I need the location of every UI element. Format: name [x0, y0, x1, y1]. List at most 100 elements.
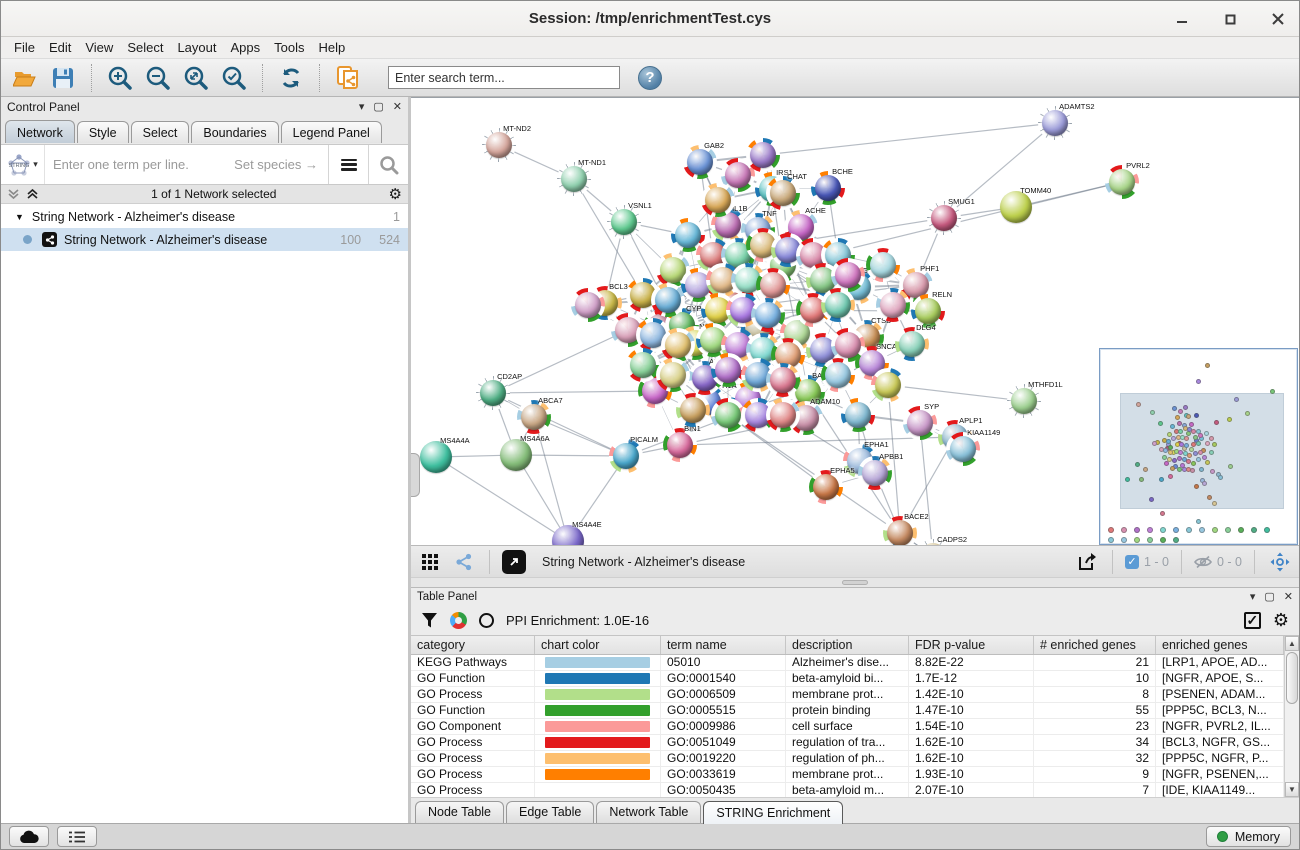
panel-divider[interactable] — [411, 577, 1299, 587]
node-apbb1[interactable]: APBB1 — [858, 456, 892, 490]
memory-button[interactable]: Memory — [1206, 826, 1291, 847]
node[interactable] — [766, 363, 800, 397]
column-header[interactable]: FDR p-value — [909, 636, 1034, 654]
zoom-in-button[interactable] — [104, 63, 136, 93]
close-button[interactable] — [1267, 8, 1289, 30]
node-epha5[interactable]: EPHA5 — [809, 470, 843, 504]
tab-select[interactable]: Select — [131, 121, 190, 143]
node-mt-nd2[interactable]: MT-ND2 — [482, 128, 516, 162]
zoom-selected-button[interactable] — [218, 63, 250, 93]
expand-all-icon[interactable] — [26, 188, 39, 200]
open-session-button[interactable] — [9, 63, 41, 93]
table-scrollbar[interactable]: ▲ ▼ — [1284, 636, 1299, 797]
node[interactable] — [751, 298, 785, 332]
node[interactable] — [841, 398, 875, 432]
node-bche[interactable]: BCHE — [811, 171, 845, 205]
string-options-button[interactable] — [328, 145, 368, 184]
node-ms4a6a[interactable]: MS4A6A — [499, 438, 533, 472]
node-dlg4[interactable]: DLG4 — [895, 327, 929, 361]
node-adamts2[interactable]: ADAMTS2 — [1038, 106, 1072, 140]
node[interactable] — [711, 398, 745, 432]
node-bace2[interactable]: BACE2 — [883, 516, 917, 545]
node[interactable] — [876, 288, 910, 322]
collapse-all-icon[interactable] — [7, 188, 20, 200]
node[interactable] — [711, 353, 745, 387]
scroll-thumb[interactable] — [1286, 652, 1298, 704]
share-view-icon[interactable] — [451, 550, 477, 574]
birdseye-toggle-icon[interactable] — [1267, 550, 1293, 574]
network-collection-row[interactable]: ▼ String Network - Alzheimer's disease 1 — [1, 205, 408, 228]
node[interactable] — [746, 138, 780, 172]
network-view[interactable]: MT-ND2MT-ND1VSNL1GAB2IRS1CD2APMS4A4AMS4A… — [411, 97, 1299, 545]
node[interactable] — [571, 288, 605, 322]
table-panel-menu-icon[interactable]: ▾ — [1250, 590, 1256, 603]
node-gab2[interactable]: GAB2 — [683, 145, 717, 179]
open-in-window-button[interactable] — [502, 550, 526, 574]
node-vsnl1[interactable]: VSNL1 — [607, 205, 641, 239]
column-header[interactable]: enriched genes — [1156, 636, 1284, 654]
node[interactable] — [821, 288, 855, 322]
tab-network-table[interactable]: Network Table — [596, 801, 701, 823]
column-header[interactable]: description — [786, 636, 909, 654]
export-network-button[interactable] — [332, 63, 364, 93]
node[interactable] — [871, 368, 905, 402]
table-panel-float-icon[interactable]: ▢ — [1264, 590, 1274, 603]
export-view-icon[interactable] — [1074, 550, 1100, 574]
filter-icon[interactable] — [421, 612, 438, 629]
network-row-selected[interactable]: String Network - Alzheimer's disease 100… — [1, 228, 408, 251]
tab-boundaries[interactable]: Boundaries — [191, 121, 278, 143]
column-header[interactable]: category — [411, 636, 535, 654]
splitter-handle[interactable] — [411, 453, 420, 497]
node-mt-nd1[interactable]: MT-ND1 — [557, 162, 591, 196]
tab-string-enrichment[interactable]: STRING Enrichment — [703, 801, 843, 824]
panel-menu-icon[interactable]: ▾ — [359, 100, 365, 113]
search-input[interactable] — [388, 66, 620, 89]
clear-colors-icon[interactable] — [479, 613, 494, 628]
node-bin1[interactable]: BIN1 — [663, 428, 697, 462]
tab-node-table[interactable]: Node Table — [415, 801, 504, 823]
node[interactable] — [821, 358, 855, 392]
menu-layout[interactable]: Layout — [170, 38, 223, 57]
node-ms4a4e[interactable]: MS4A4E — [551, 524, 585, 545]
string-protein-query-icon[interactable]: STRING ▾ — [1, 145, 45, 184]
table-row[interactable]: GO FunctionGO:0001540beta-amyloid bi...1… — [411, 671, 1284, 687]
node-pvrl2[interactable]: PVRL2 — [1105, 165, 1139, 199]
node[interactable] — [676, 393, 710, 427]
table-row[interactable]: KEGG Pathways05010Alzheimer's dise...8.8… — [411, 655, 1284, 671]
select-terms-icon[interactable]: ✓ — [1244, 612, 1261, 629]
tab-legend-panel[interactable]: Legend Panel — [281, 121, 382, 143]
column-header[interactable]: chart color — [535, 636, 661, 654]
string-query-input[interactable] — [45, 145, 328, 184]
menu-edit[interactable]: Edit — [42, 38, 78, 57]
tab-edge-table[interactable]: Edge Table — [506, 801, 594, 823]
node[interactable] — [766, 398, 800, 432]
node[interactable] — [756, 268, 790, 302]
node-abca7[interactable]: ABCA7 — [517, 400, 551, 434]
node-ms4a4a[interactable]: MS4A4A — [419, 440, 453, 474]
refresh-layout-button[interactable] — [275, 63, 307, 93]
table-row[interactable]: GO ProcessGO:0050435beta-amyloid m...2.0… — [411, 783, 1284, 797]
maximize-button[interactable] — [1219, 8, 1241, 30]
menu-file[interactable]: File — [7, 38, 42, 57]
save-session-button[interactable] — [47, 63, 79, 93]
node[interactable] — [661, 328, 695, 362]
node-smug1[interactable]: SMUG1 — [927, 201, 961, 235]
column-header[interactable]: # enriched genes — [1034, 636, 1156, 654]
node-picalm[interactable]: PICALM — [609, 439, 643, 473]
table-row[interactable]: GO ProcessGO:0051049regulation of tra...… — [411, 735, 1284, 751]
node-kiaa1149[interactable]: KIAA1149 — [946, 432, 980, 466]
menu-select[interactable]: Select — [120, 38, 170, 57]
table-row[interactable]: GO ProcessGO:0006509membrane prot...1.42… — [411, 687, 1284, 703]
table-row[interactable]: GO ProcessGO:0033619membrane prot...1.93… — [411, 767, 1284, 783]
node[interactable] — [831, 258, 865, 292]
string-search-button[interactable] — [368, 145, 408, 184]
column-header[interactable]: term name — [661, 636, 786, 654]
tab-style[interactable]: Style — [77, 121, 129, 143]
node-chat[interactable]: CHAT — [766, 176, 800, 210]
grid-mode-icon[interactable] — [417, 550, 443, 574]
node-tomm40[interactable]: TOMM40 — [999, 190, 1033, 224]
cloud-tasks-button[interactable] — [9, 826, 49, 847]
scroll-down-arrow[interactable]: ▼ — [1285, 782, 1299, 797]
node-mthfd1l[interactable]: MTHFD1L — [1007, 384, 1041, 418]
node-syp[interactable]: SYP — [903, 406, 937, 440]
